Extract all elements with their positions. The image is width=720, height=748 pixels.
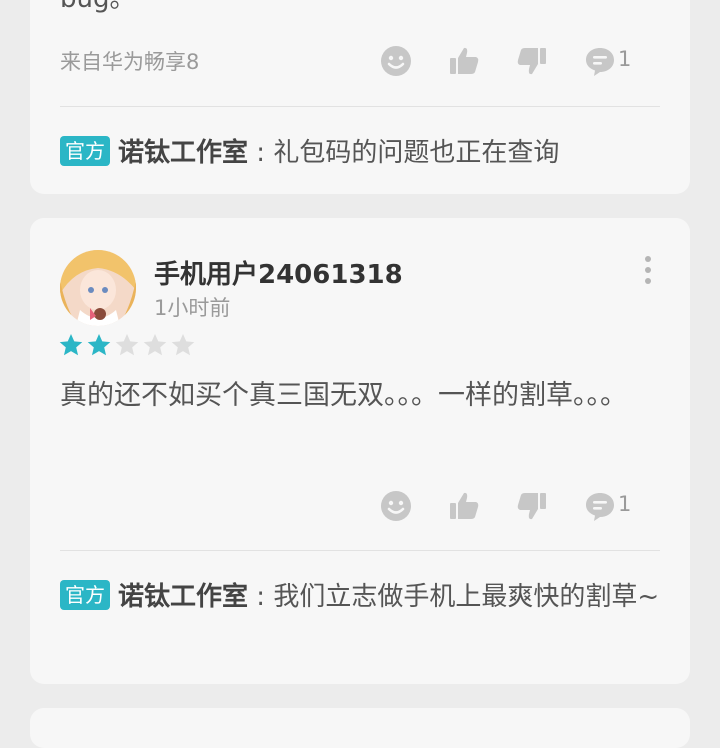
reply-author[interactable]: 诺钛工作室 [118, 582, 248, 612]
comment-button[interactable] [582, 488, 618, 524]
reply-count: 1 [618, 47, 632, 71]
review-content: bug。 [60, 0, 136, 15]
post-time: 1小时前 [154, 296, 231, 320]
thumbs-down-icon [517, 493, 546, 520]
smile-icon [381, 46, 411, 76]
thumbs-down-button[interactable] [514, 43, 550, 79]
reply-separator: : [248, 138, 274, 168]
review-card [30, 708, 690, 748]
review-content: 真的还不如买个真三国无双。。。一样的割草。。。 [60, 380, 627, 411]
avatar-image [60, 250, 136, 326]
more-options-button[interactable] [640, 256, 656, 286]
comment-icon [586, 493, 614, 521]
thumbs-up-button[interactable] [446, 43, 482, 79]
device-label: 来自华为畅享8 [60, 50, 200, 74]
review-card: bug。 来自华为畅享8 [30, 0, 690, 194]
star-empty-icon [171, 333, 195, 356]
official-badge: 官方 [60, 136, 110, 166]
review-actions: 1 [378, 43, 668, 79]
rating-stars [58, 332, 198, 358]
official-reply: 官方 诺钛工作室 : 礼包码的问题也正在查询 [60, 130, 660, 176]
official-badge: 官方 [60, 580, 110, 610]
thumbs-down-button[interactable] [514, 488, 550, 524]
reply-count: 1 [618, 492, 632, 516]
star-empty-icon [143, 333, 167, 356]
star-filled-icon [59, 333, 83, 356]
emoji-reaction-button[interactable] [378, 488, 414, 524]
official-reply: 官方 诺钛工作室 : 我们立志做手机上最爽快的割草~ [60, 574, 660, 620]
review-actions: 1 [378, 488, 668, 524]
star-filled-icon [87, 333, 111, 356]
review-card: 手机用户24061318 1小时前 真的还不如买个真三国无双。。。一样的割草。。… [30, 218, 690, 684]
more-vertical-icon [640, 256, 656, 284]
reply-text: 我们立志做手机上最爽快的割草~ [273, 582, 660, 612]
thumbs-down-icon [517, 48, 546, 75]
comment-button[interactable] [582, 43, 618, 79]
username[interactable]: 手机用户24061318 [154, 254, 403, 291]
reply-text: 礼包码的问题也正在查询 [273, 138, 560, 168]
smile-icon [381, 491, 411, 521]
reply-author[interactable]: 诺钛工作室 [118, 138, 248, 168]
thumbs-up-icon [450, 47, 479, 74]
divider [60, 550, 660, 551]
emoji-reaction-button[interactable] [378, 43, 414, 79]
star-empty-icon [115, 333, 139, 356]
thumbs-up-icon [450, 492, 479, 519]
reply-separator: : [248, 582, 274, 612]
avatar[interactable] [60, 250, 136, 326]
divider [60, 106, 660, 107]
thumbs-up-button[interactable] [446, 488, 482, 524]
comment-icon [586, 48, 614, 76]
